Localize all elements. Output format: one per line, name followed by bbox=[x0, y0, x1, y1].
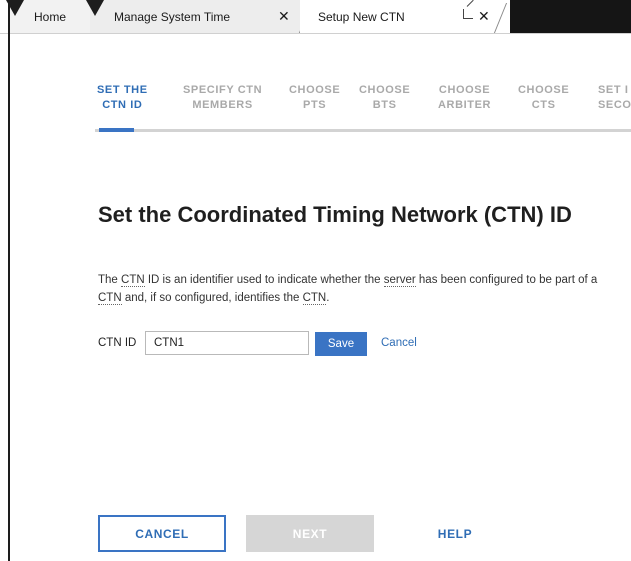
save-button[interactable]: Save bbox=[315, 332, 367, 356]
step-track bbox=[95, 129, 631, 132]
close-icon[interactable]: ✕ bbox=[478, 8, 490, 25]
tab-setup-new-ctn[interactable]: Setup New CTN ✕ bbox=[300, 0, 510, 33]
help-button[interactable]: HELP bbox=[405, 515, 505, 552]
step-choose-pts[interactable]: CHOOSE PTS bbox=[289, 83, 340, 113]
page-description: The CTN ID is an identifier used to indi… bbox=[98, 274, 598, 305]
step-set-ctn-id[interactable]: SET THE CTN ID bbox=[97, 83, 148, 113]
glossary-term-ctn[interactable]: CTN bbox=[121, 274, 145, 287]
next-button[interactable]: NEXT bbox=[246, 515, 374, 552]
tab-bar-empty-area bbox=[505, 0, 631, 33]
step-set-secondary[interactable]: SET I SECO bbox=[598, 83, 631, 113]
step-choose-bts[interactable]: CHOOSE BTS bbox=[359, 83, 410, 113]
ctn-id-label: CTN ID bbox=[98, 337, 137, 349]
tab-bar: Home Manage System Time ✕ Setup New CTN … bbox=[0, 0, 631, 34]
popout-icon[interactable] bbox=[463, 9, 473, 19]
tab-manage-system-time[interactable]: Manage System Time ✕ bbox=[90, 0, 300, 33]
page-title: Set the Coordinated Timing Network (CTN)… bbox=[98, 202, 572, 227]
wizard-steps: SET THE CTN ID SPECIFY CTN MEMBERS CHOOSE P… bbox=[95, 83, 631, 138]
close-icon[interactable]: ✕ bbox=[278, 8, 290, 25]
cancel-link[interactable]: Cancel bbox=[381, 337, 417, 349]
cancel-button[interactable]: CANCEL bbox=[98, 515, 226, 552]
step-choose-arbiter[interactable]: CHOOSE ARBITER bbox=[438, 83, 491, 113]
step-progress-indicator bbox=[99, 128, 134, 132]
left-frame-border bbox=[8, 0, 10, 561]
tab-home-label: Home bbox=[34, 9, 67, 24]
glossary-term-ctn[interactable]: CTN bbox=[98, 292, 122, 305]
tab-separator-icon bbox=[86, 0, 104, 16]
ctn-id-input[interactable] bbox=[145, 331, 309, 355]
step-specify-ctn-members[interactable]: SPECIFY CTN MEMBERS bbox=[183, 83, 262, 113]
tab-manage-label: Manage System Time bbox=[114, 9, 231, 24]
glossary-term-ctn[interactable]: CTN bbox=[302, 292, 327, 305]
tab-setup-label: Setup New CTN bbox=[318, 9, 405, 24]
glossary-term-server[interactable]: server bbox=[383, 274, 416, 287]
step-choose-cts[interactable]: CHOOSE CTS bbox=[518, 83, 569, 113]
